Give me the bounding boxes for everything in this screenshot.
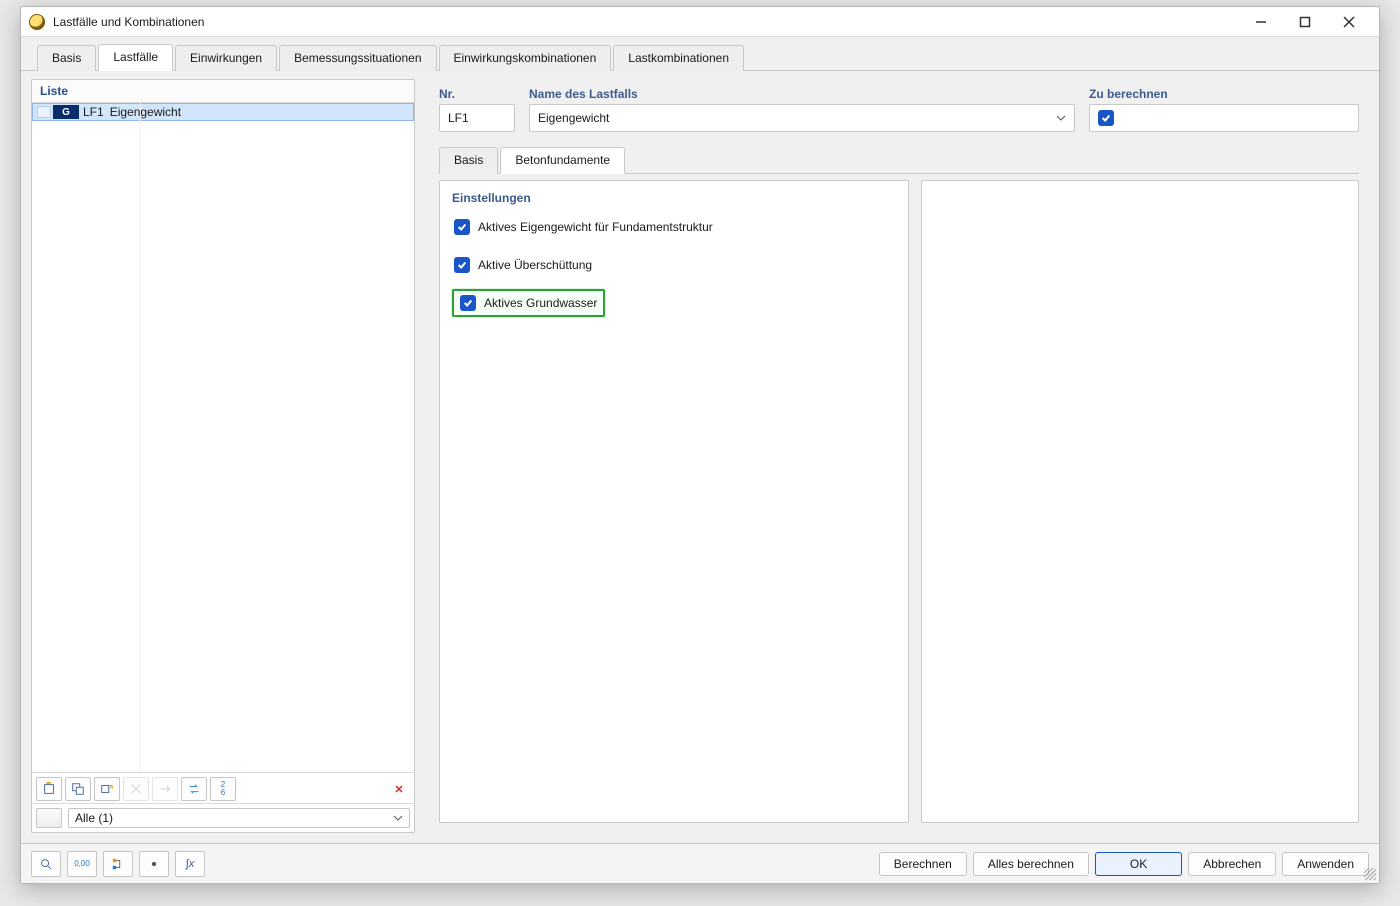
shift-icon — [152, 777, 178, 801]
row-color-swatch — [37, 106, 51, 118]
checkbox-grundwasser[interactable] — [460, 295, 476, 311]
checkbox-ueberschuettung[interactable] — [454, 257, 470, 273]
new-item-icon[interactable] — [36, 777, 62, 801]
option-row-eigengewicht: Aktives Eigengewicht für Fundamentstrukt… — [452, 213, 896, 241]
sub-body: Einstellungen Aktives Eigengewicht für F… — [439, 180, 1359, 823]
name-value: Eigengewicht — [538, 111, 609, 125]
body: Liste G LF1 Eigengewicht — [21, 71, 1379, 843]
units-icon[interactable]: 0,00 — [67, 851, 97, 877]
renumber-icon[interactable]: 26 — [210, 777, 236, 801]
minimize-button[interactable] — [1239, 8, 1283, 36]
apply-button[interactable]: Anwenden — [1282, 852, 1369, 876]
cut-icon — [123, 777, 149, 801]
loadcase-code: LF1 — [83, 105, 104, 119]
left-panel-header: Liste — [32, 80, 414, 103]
settings-column: Einstellungen Aktives Eigengewicht für F… — [439, 180, 909, 823]
maximize-button[interactable] — [1283, 8, 1327, 36]
name-label: Name des Lastfalls — [529, 87, 1075, 101]
search-icon[interactable] — [31, 851, 61, 877]
option-row-ueberschuettung: Aktive Überschüttung — [452, 251, 896, 279]
tab-lastfaelle[interactable]: Lastfälle — [98, 44, 173, 71]
nr-label: Nr. — [439, 87, 515, 101]
tab-basis[interactable]: Basis — [37, 45, 96, 71]
nr-value: LF1 — [448, 111, 469, 125]
nr-input[interactable]: LF1 — [439, 104, 515, 132]
loadcase-name: Eigengewicht — [110, 105, 181, 119]
tree-icon[interactable] — [103, 851, 133, 877]
titlebar: Lastfälle und Kombinationen — [21, 7, 1379, 37]
filter-select[interactable]: Alle (1) — [68, 808, 410, 828]
zuberechnen-field — [1089, 104, 1359, 132]
sub-tabstrip: Basis Betonfundamente — [439, 146, 1359, 174]
ok-button[interactable]: OK — [1095, 852, 1182, 876]
chevron-down-icon — [1056, 113, 1066, 123]
left-filter-row: Alle (1) — [32, 803, 414, 832]
subtab-basis[interactable]: Basis — [439, 147, 498, 174]
settings-section-title: Einstellungen — [452, 191, 896, 205]
dialog-window: Lastfälle und Kombinationen Basis Lastfä… — [20, 6, 1380, 884]
tab-einwirkungen[interactable]: Einwirkungen — [175, 45, 277, 71]
preview-column — [921, 180, 1359, 823]
cancel-button[interactable]: Abbrechen — [1188, 852, 1276, 876]
calculate-all-button[interactable]: Alles berechnen — [973, 852, 1089, 876]
main-tabstrip: Basis Lastfälle Einwirkungen Bemessungss… — [21, 37, 1379, 71]
option-label-ueberschuettung: Aktive Überschüttung — [478, 258, 592, 272]
option-label-grundwasser: Aktives Grundwasser — [484, 296, 597, 310]
option-label-eigengewicht: Aktives Eigengewicht für Fundamentstrukt… — [478, 220, 713, 234]
filter-select-label: Alle (1) — [75, 811, 113, 825]
left-toolbar: 26 ✕ — [32, 772, 414, 803]
zuberechnen-checkbox[interactable] — [1098, 110, 1114, 126]
bottom-bar: 0,00 ∫x Berechnen Alles berechnen OK Abb… — [21, 843, 1379, 883]
dot-icon[interactable] — [139, 851, 169, 877]
checkbox-eigengewicht[interactable] — [454, 219, 470, 235]
right-panel: Nr. LF1 Name des Lastfalls Eigengewicht — [429, 79, 1369, 833]
option-row-grundwasser: Aktives Grundwasser — [452, 289, 605, 317]
swap-icon[interactable] — [181, 777, 207, 801]
function-icon[interactable]: ∫x — [175, 851, 205, 877]
name-select[interactable]: Eigengewicht — [529, 104, 1075, 132]
copy-item-icon[interactable] — [65, 777, 91, 801]
tab-einwkomb[interactable]: Einwirkungskombinationen — [439, 45, 612, 71]
chevron-down-icon — [393, 813, 403, 823]
tab-lastkomb[interactable]: Lastkombinationen — [613, 45, 744, 71]
left-panel: Liste G LF1 Eigengewicht — [31, 79, 415, 833]
export-item-icon[interactable] — [94, 777, 120, 801]
filter-color-button[interactable] — [36, 808, 62, 828]
category-badge: G — [53, 105, 79, 119]
window-title: Lastfälle und Kombinationen — [53, 15, 204, 29]
delete-icon[interactable]: ✕ — [388, 777, 410, 801]
list-item[interactable]: G LF1 Eigengewicht — [32, 103, 414, 121]
app-icon — [29, 14, 45, 30]
resize-grip[interactable] — [1364, 868, 1376, 880]
close-button[interactable] — [1327, 8, 1371, 36]
loadcase-list[interactable]: G LF1 Eigengewicht — [32, 103, 414, 772]
detail-header-row: Nr. LF1 Name des Lastfalls Eigengewicht — [439, 87, 1359, 132]
zuberechnen-label: Zu berechnen — [1089, 87, 1359, 101]
calculate-button[interactable]: Berechnen — [879, 852, 967, 876]
subtab-betonfundamente[interactable]: Betonfundamente — [500, 147, 625, 174]
tab-bemessung[interactable]: Bemessungssituationen — [279, 45, 436, 71]
